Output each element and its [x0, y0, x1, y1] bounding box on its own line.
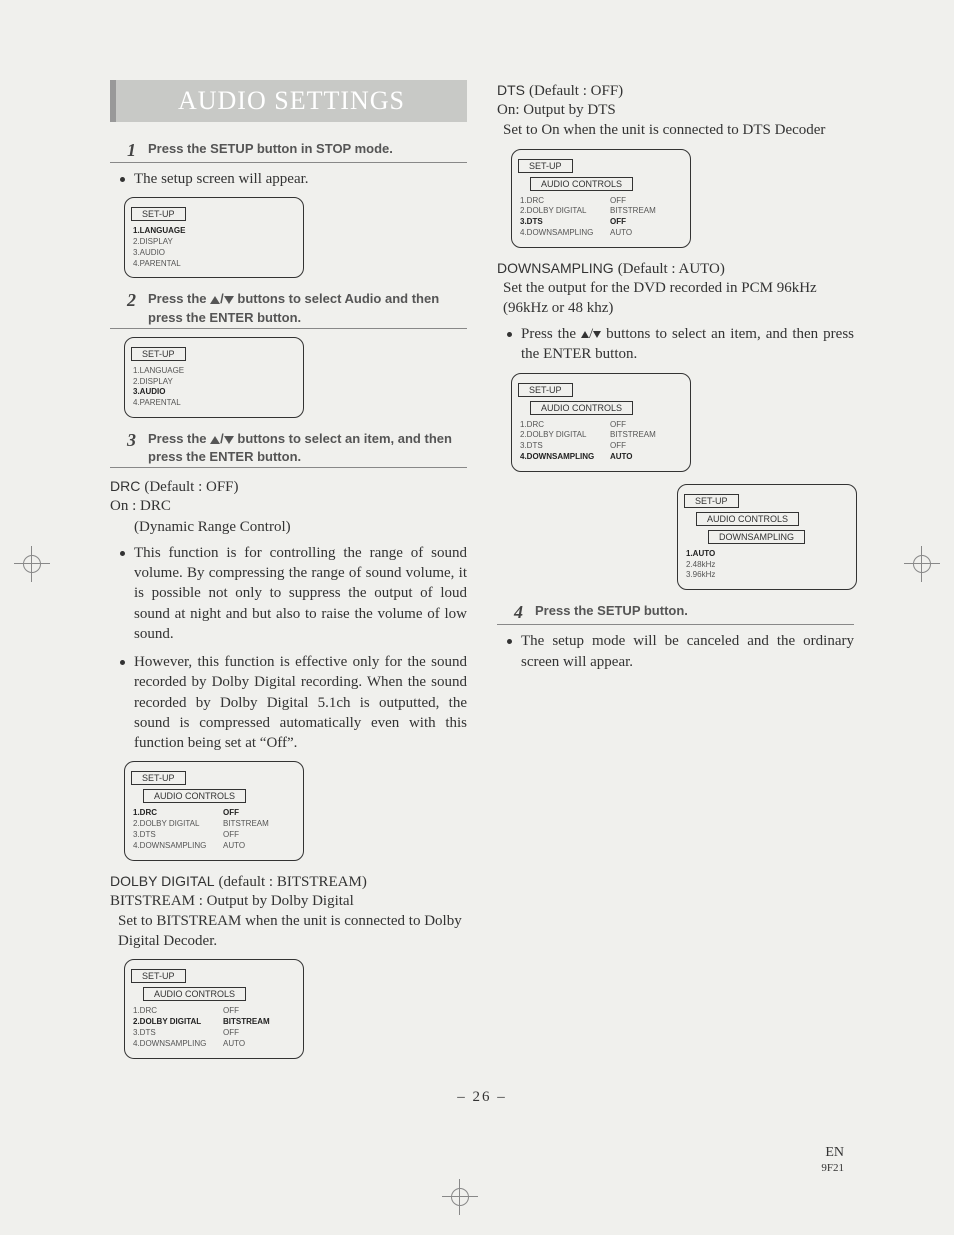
step-4-follow: The setup mode will be canceled and the …: [507, 631, 854, 672]
screen-audio-dolby: SET-UP AUDIO CONTROLS 1.DRC 2.DOLBY DIGI…: [124, 959, 304, 1058]
dts-heading: DTS (Default : OFF): [497, 82, 854, 100]
registration-mark-icon: [14, 546, 50, 582]
step-text: Press the / buttons to select Audio and …: [148, 290, 467, 326]
up-arrow-icon: [210, 296, 220, 304]
bullet-icon: [120, 169, 134, 189]
dolby-heading: DOLBY DIGITAL (default : BITSTREAM): [110, 873, 467, 891]
drc-para-2: However, this function is effective only…: [120, 652, 467, 753]
down-arrow-icon: [224, 296, 234, 304]
up-arrow-icon: [210, 436, 220, 444]
left-column: AUDIO SETTINGS 1 Press the SETUP button …: [110, 80, 467, 1071]
step-number: 2: [110, 290, 148, 311]
footer-codes: EN 9F21: [821, 1145, 844, 1175]
bullet-icon: [120, 543, 134, 644]
section-title-block: AUDIO SETTINGS: [110, 80, 467, 122]
screen-setup-main-1: SET-UP 1.LANGUAGE 2.DISPLAY 3.AUDIO 4.PA…: [124, 197, 304, 278]
registration-mark-icon: [904, 546, 940, 582]
drc-para-1: This function is for controlling the ran…: [120, 543, 467, 644]
step-1-follow: The setup screen will appear.: [120, 169, 467, 189]
bullet-icon: [120, 652, 134, 753]
up-arrow-icon: [581, 331, 589, 338]
step-2: 2 Press the / buttons to select Audio an…: [110, 290, 467, 328]
screen-audio-drc: SET-UP AUDIO CONTROLS 1.DRC 2.DOLBY DIGI…: [124, 761, 304, 860]
screen-downsampling-submenu: SET-UP AUDIO CONTROLS DOWNSAMPLING 1.AUT…: [677, 484, 857, 590]
drc-heading: DRC (Default : OFF): [110, 478, 467, 496]
downsampling-instruction: Press the / buttons to select an item, a…: [507, 324, 854, 365]
step-text: Press the SETUP button in STOP mode.: [148, 140, 467, 158]
down-arrow-icon: [224, 436, 234, 444]
step-text: Press the SETUP button.: [535, 602, 854, 620]
right-column: DTS (Default : OFF) On: Output by DTS Se…: [497, 80, 854, 1071]
bullet-icon: [507, 324, 521, 365]
step-1: 1 Press the SETUP button in STOP mode.: [110, 140, 467, 163]
screen-audio-dts: SET-UP AUDIO CONTROLS 1.DRC 2.DOLBY DIGI…: [511, 149, 691, 248]
section-title: AUDIO SETTINGS: [178, 86, 405, 115]
step-number: 4: [497, 602, 535, 623]
step-3: 3 Press the / buttons to select an item,…: [110, 430, 467, 468]
page-number: – 26 –: [110, 1089, 854, 1106]
screen-audio-downsampling: SET-UP AUDIO CONTROLS 1.DRC 2.DOLBY DIGI…: [511, 373, 691, 472]
step-text: Press the / buttons to select an item, a…: [148, 430, 467, 466]
bullet-icon: [507, 631, 521, 672]
step-4: 4 Press the SETUP button.: [497, 602, 854, 625]
registration-mark-icon: [442, 1179, 478, 1215]
downsampling-heading: DOWNSAMPLING (Default : AUTO): [497, 260, 854, 278]
down-arrow-icon: [593, 331, 601, 338]
step-number: 3: [110, 430, 148, 451]
step-number: 1: [110, 140, 148, 161]
screen-setup-main-2: SET-UP 1.LANGUAGE 2.DISPLAY 3.AUDIO 4.PA…: [124, 337, 304, 418]
